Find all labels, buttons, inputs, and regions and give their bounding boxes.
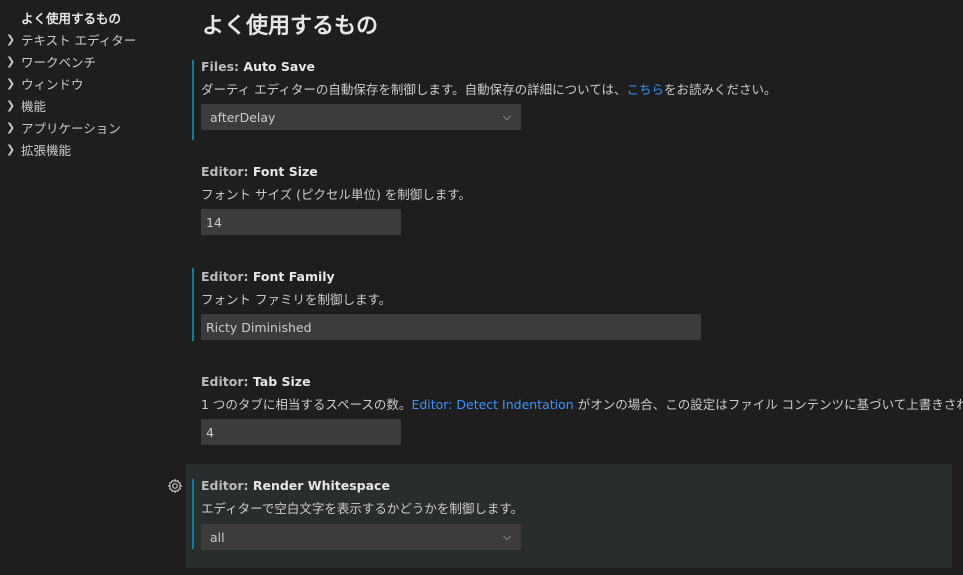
toc-item-window[interactable]: ❯ ウィンドウ [0,72,170,94]
toc-item-label: アプリケーション [21,120,121,136]
chevron-down-icon: ⌵ [502,110,512,123]
setting-editor-font-size: Editor: Font Size フォント サイズ (ピクセル単位) を制御し… [186,161,952,241]
detect-indentation-link[interactable]: Editor: Detect Indentation [411,397,573,412]
setting-description: ダーティ エディターの自動保存を制御します。自動保存の詳細については、こちらをお… [201,82,777,97]
render-whitespace-select[interactable]: all ⌵ [201,524,521,550]
toc-item-workbench[interactable]: ❯ ワークベンチ [0,50,170,72]
settings-list: よく使用するもの .s0::before{} Files: Auto Save … [167,0,963,575]
settings-editor: よく使用するもの ❯ テキスト エディター ❯ ワークベンチ ❯ ウィンドウ ❯… [0,0,963,575]
learn-more-link[interactable]: こちら [626,82,664,97]
setting-title: Editor: Font Family [201,269,335,284]
toc-item-label: ワークベンチ [21,54,97,70]
setting-title: Files: Auto Save [201,59,315,74]
chevron-right-icon: ❯ [6,120,16,134]
auto-save-select[interactable]: afterDelay ⌵ [201,104,521,130]
chevron-down-icon: ⌵ [502,530,512,543]
setting-title: Editor: Tab Size [201,374,311,389]
toc-item-label: ウィンドウ [21,76,84,92]
chevron-right-icon: ❯ [6,32,16,46]
toc-item-commonly-used[interactable]: よく使用するもの [0,6,170,28]
tab-size-input[interactable]: 4 [201,419,401,445]
toc-item-features[interactable]: ❯ 機能 [0,94,170,116]
settings-toc: よく使用するもの ❯ テキスト エディター ❯ ワークベンチ ❯ ウィンドウ ❯… [0,0,170,160]
chevron-right-icon: ❯ [6,76,16,90]
gear-icon[interactable] [167,478,183,494]
modified-indicator [192,479,194,549]
setting-description: フォント サイズ (ピクセル単位) を制御します。 [201,187,472,202]
font-family-input[interactable]: Ricty Diminished [201,314,701,340]
setting-editor-tab-size: Editor: Tab Size 1 つのタブに相当するスペースの数。Edito… [186,371,963,451]
setting-title: Editor: Render Whitespace [201,478,390,493]
setting-title: Editor: Font Size [201,164,318,179]
setting-description: 1 つのタブに相当するスペースの数。Editor: Detect Indenta… [201,397,963,412]
modified-indicator [192,60,194,140]
font-size-input[interactable]: 14 [201,209,401,235]
setting-editor-font-family: Editor: Font Family フォント ファミリを制御します。 Ric… [186,266,952,346]
chevron-right-icon: ❯ [6,98,16,112]
setting-files-auto-save: .s0::before{} Files: Auto Save ダーティ エディタ… [186,56,952,140]
toc-item-text-editor[interactable]: ❯ テキスト エディター [0,28,170,50]
modified-indicator [192,268,194,341]
setting-description: エディターで空白文字を表示するかどうかを制御します。 [201,501,524,516]
toc-item-label: よく使用するもの [21,10,122,26]
setting-description: フォント ファミリを制御します。 [201,292,392,307]
gear-icon-svg [167,478,183,494]
toc-item-label: 機能 [21,98,47,114]
chevron-right-icon: ❯ [6,142,16,156]
toc-item-label: 拡張機能 [21,142,72,158]
toc-item-extensions[interactable]: ❯ 拡張機能 [0,138,170,160]
setting-editor-render-whitespace: Editor: Render Whitespace エディターで空白文字を表示す… [167,464,952,568]
page-title: よく使用するもの [202,14,379,39]
chevron-right-icon: ❯ [6,54,16,68]
toc-item-application[interactable]: ❯ アプリケーション [0,116,170,138]
toc-item-label: テキスト エディター [21,32,137,48]
